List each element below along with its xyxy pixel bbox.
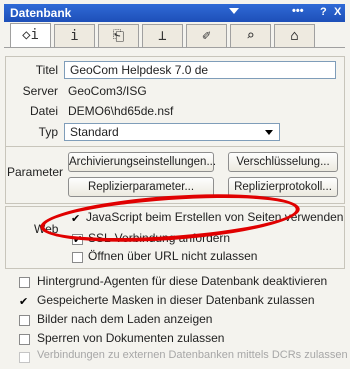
tab-divider <box>4 47 345 48</box>
tab-search[interactable]: ⌕ <box>230 24 271 48</box>
server-value: GeoCom3/ISG <box>68 84 147 98</box>
datei-label: Datei <box>29 104 58 118</box>
check-icon: ✔ <box>73 233 83 246</box>
server-label: Server <box>22 84 58 98</box>
option-label[interactable]: Sperren von Dokumenten zulassen <box>37 331 224 345</box>
web-label: Web <box>34 222 59 236</box>
close-button[interactable]: X <box>334 6 341 18</box>
type-select[interactable]: Standard <box>64 123 280 141</box>
title-field[interactable]: GeoCom Helpdesk 7.0 de <box>64 61 336 79</box>
design-icon: ⊥ <box>158 28 167 44</box>
option-checkbox-disabled <box>19 352 30 363</box>
replication-params-button[interactable]: Replizierparameter... <box>68 177 214 197</box>
replication-log-button[interactable]: Replizierprotokoll... <box>228 177 338 197</box>
title-dropdown-icon[interactable] <box>229 8 239 14</box>
option-label[interactable]: Gespeicherte Masken in dieser Datenbank … <box>37 293 315 307</box>
hat-icon: ⌂ <box>290 28 299 44</box>
tab-print[interactable]: ⎗ <box>98 24 139 48</box>
web-ssl-checkbox[interactable]: ✔ <box>72 234 83 245</box>
web-javascript-label[interactable]: JavaScript beim Erstellen von Seiten ver… <box>86 210 343 224</box>
titel-label: Titel <box>35 63 58 77</box>
properties-panel: Datenbank ••• ? X ◇i i ⎗ ⊥ ✐ ⌕ ⌂ Titel G… <box>0 0 350 369</box>
title-bar: Datenbank ••• ? X <box>4 4 345 22</box>
tab-launch[interactable]: ✐ <box>186 24 227 48</box>
web-javascript-check-icon: ✔ <box>71 212 81 225</box>
option-checkbox[interactable] <box>19 315 30 326</box>
web-url-checkbox[interactable] <box>72 252 83 263</box>
info-icon: i <box>70 28 79 44</box>
tab-strip: ◇i i ⎗ ⊥ ✐ ⌕ ⌂ <box>4 23 345 48</box>
file-value: DEMO6\hd65de.nsf <box>68 104 174 118</box>
info-group: Titel GeoCom Helpdesk 7.0 de Server GeoC… <box>5 56 345 147</box>
parameter-label: Parameter <box>7 165 64 179</box>
option-label-disabled: Verbindungen zu externen Datenbanken mit… <box>37 349 348 361</box>
info-general-icon: ◇i <box>22 27 39 43</box>
encryption-button[interactable]: Verschlüsselung... <box>228 152 338 172</box>
pen-icon: ✐ <box>202 28 211 44</box>
web-url-label[interactable]: Öffnen über URL nicht zulassen <box>88 249 257 263</box>
window-title: Datenbank <box>10 6 72 20</box>
archive-settings-button[interactable]: Archivierungseinstellungen... <box>68 152 216 172</box>
help-button[interactable]: ? <box>320 6 327 18</box>
chevron-down-icon <box>265 130 273 135</box>
type-select-value: Standard <box>70 125 119 139</box>
window-dots-icon[interactable]: ••• <box>292 5 304 17</box>
tab-info[interactable]: i <box>54 24 95 48</box>
tab-info-general[interactable]: ◇i <box>10 23 51 48</box>
parameter-group: Parameter Archivierungseinstellungen... … <box>5 146 345 204</box>
option-checkbox[interactable] <box>19 334 30 345</box>
web-ssl-label[interactable]: SSL-Verbindung anfordern <box>88 231 230 245</box>
tab-design[interactable]: ⊥ <box>142 24 183 48</box>
typ-label: Typ <box>38 125 58 139</box>
printer-icon: ⎗ <box>112 28 125 44</box>
search-icon: ⌕ <box>246 28 255 44</box>
option-label[interactable]: Hintergrund-Agenten für diese Datenbank … <box>37 274 327 288</box>
tab-advanced[interactable]: ⌂ <box>274 24 315 48</box>
option-label[interactable]: Bilder nach dem Laden anzeigen <box>37 312 212 326</box>
option-checkbox[interactable] <box>19 277 30 288</box>
check-icon[interactable]: ✔ <box>19 296 28 307</box>
